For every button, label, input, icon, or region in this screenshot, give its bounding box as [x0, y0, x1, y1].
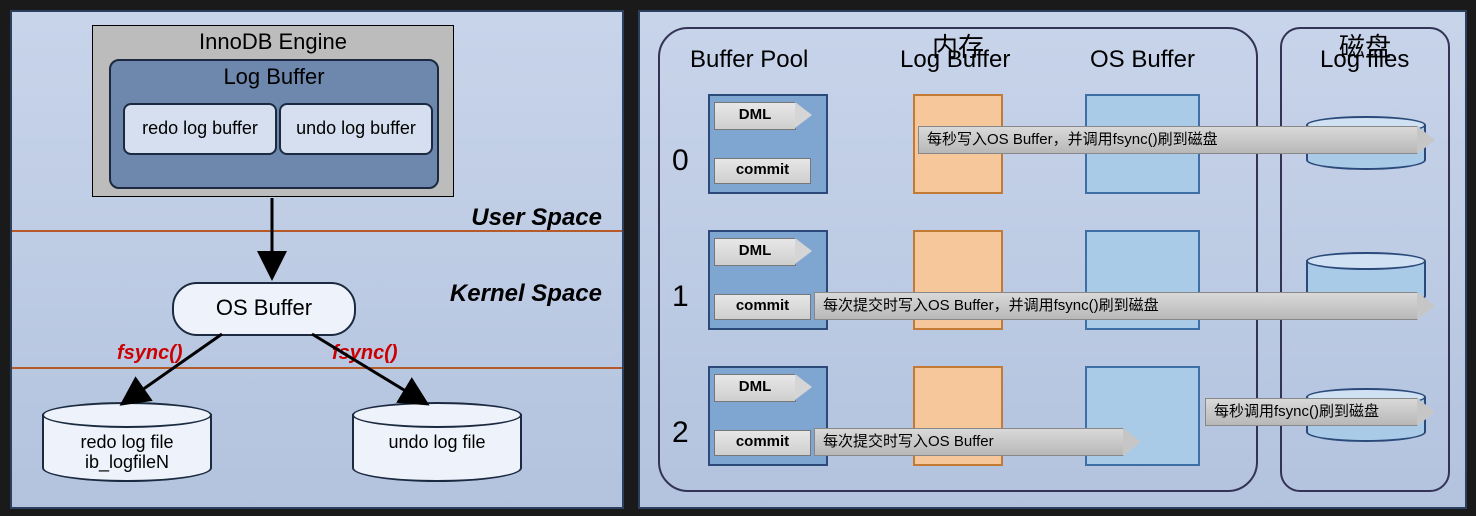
col-buffer-pool: Buffer Pool — [690, 46, 808, 74]
innodb-engine-box: InnoDB Engine Log Buffer redo log buffer… — [92, 25, 454, 197]
row-number-0: 0 — [672, 144, 689, 178]
flow-desc-row0-a: 每秒写入OS Buffer，并调用fsync()刷到磁盘 — [918, 126, 1418, 154]
os-buffer-node: OS Buffer — [172, 282, 356, 336]
kernel-space-label: Kernel Space — [450, 280, 602, 308]
redo-log-file-line1: redo log file — [80, 432, 173, 452]
commit-tag-row1: commit — [714, 294, 811, 320]
user-kernel-divider — [12, 230, 622, 232]
redo-log-file-line2: ib_logfileN — [85, 452, 169, 472]
dml-tag-row2: DML — [714, 374, 796, 402]
undo-log-buffer-box: undo log buffer — [279, 103, 433, 155]
kernel-disk-divider — [12, 367, 622, 369]
user-space-label: User Space — [471, 204, 602, 232]
col-log-files: Log files — [1320, 46, 1409, 74]
innodb-log-architecture-diagram: InnoDB Engine Log Buffer redo log buffer… — [10, 10, 624, 509]
col-os-buffer: OS Buffer — [1090, 46, 1195, 74]
undo-log-file-cylinder: undo log file — [352, 402, 522, 492]
col-log-buffer: Log Buffer — [900, 46, 1010, 74]
log-buffer-title: Log Buffer — [111, 64, 437, 90]
flush-mode-diagram: 内存 磁盘 Buffer Pool Log Buffer OS Buffer L… — [638, 10, 1467, 509]
commit-tag-row0: commit — [714, 158, 811, 184]
redo-log-file-cylinder: redo log fileib_logfileN — [42, 402, 212, 492]
log-buffer-box: Log Buffer redo log buffer undo log buff… — [109, 59, 439, 189]
fsync-label-left: fsync() — [117, 342, 183, 365]
row-number-2: 2 — [672, 416, 689, 450]
redo-log-buffer-box: redo log buffer — [123, 103, 277, 155]
row-number-1: 1 — [672, 280, 689, 314]
dml-tag-row1: DML — [714, 238, 796, 266]
flow-desc-row2-a: 每次提交时写入OS Buffer — [814, 428, 1124, 456]
dml-tag-row0: DML — [714, 102, 796, 130]
flow-desc-row1-a: 每次提交时写入OS Buffer，并调用fsync()刷到磁盘 — [814, 292, 1418, 320]
undo-log-file-label: undo log file — [352, 432, 522, 452]
innodb-engine-title: InnoDB Engine — [93, 29, 453, 55]
commit-tag-row2: commit — [714, 430, 811, 456]
flow-desc-row2-b: 每秒调用fsync()刷到磁盘 — [1205, 398, 1418, 426]
fsync-label-right: fsync() — [332, 342, 398, 365]
